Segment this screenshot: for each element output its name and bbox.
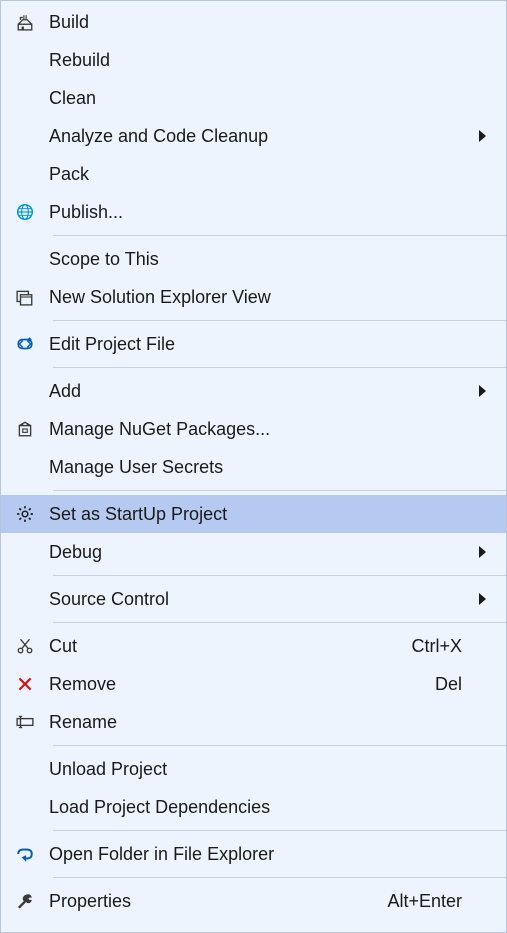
menu-item-label: Add [49, 381, 462, 402]
build-icon [15, 12, 35, 32]
menu-item-build[interactable]: Build [1, 3, 506, 41]
menu-item-publish[interactable]: Publish... [1, 193, 506, 231]
menu-item-label: Set as StartUp Project [49, 504, 462, 525]
publish-icon [15, 202, 35, 222]
menu-item-secrets[interactable]: Manage User Secrets [1, 448, 506, 486]
menu-item-label: Unload Project [49, 759, 462, 780]
menu-item-openfolder[interactable]: Open Folder in File Explorer [1, 835, 506, 873]
menu-separator [53, 622, 506, 623]
menu-item-analyze[interactable]: Analyze and Code Cleanup [1, 117, 506, 155]
menu-item-label: Scope to This [49, 249, 462, 270]
menu-item-label: Load Project Dependencies [49, 797, 462, 818]
menu-item-unload[interactable]: Unload Project [1, 750, 506, 788]
menu-item-label: Edit Project File [49, 334, 462, 355]
menu-item-shortcut: Del [435, 674, 470, 695]
nuget-icon [15, 419, 35, 439]
menu-item-label: Publish... [49, 202, 462, 223]
menu-item-label: New Solution Explorer View [49, 287, 462, 308]
menu-item-remove[interactable]: RemoveDel [1, 665, 506, 703]
menu-item-rename[interactable]: Rename [1, 703, 506, 741]
menu-item-properties[interactable]: PropertiesAlt+Enter [1, 882, 506, 920]
context-menu: Build Rebuild Clean Analyze and Code Cleanu… [0, 0, 507, 933]
menu-item-nuget[interactable]: Manage NuGet Packages... [1, 410, 506, 448]
menu-item-label: Analyze and Code Cleanup [49, 126, 462, 147]
menu-item-label: Open Folder in File Explorer [49, 844, 462, 865]
gear-icon [15, 504, 35, 524]
menu-separator [53, 745, 506, 746]
menu-item-startup[interactable]: Set as StartUp Project [1, 495, 506, 533]
submenu-arrow-icon [479, 130, 486, 142]
menu-item-editproj[interactable]: Edit Project File [1, 325, 506, 363]
menu-item-shortcut: Alt+Enter [387, 891, 470, 912]
menu-item-label: Debug [49, 542, 462, 563]
menu-item-sourcecontrol[interactable]: Source Control [1, 580, 506, 618]
menu-item-label: Source Control [49, 589, 462, 610]
menu-item-label: Properties [49, 891, 387, 912]
menu-item-shortcut: Ctrl+X [411, 636, 470, 657]
rename-icon [15, 712, 35, 732]
menu-item-label: Pack [49, 164, 462, 185]
submenu-arrow-icon [479, 546, 486, 558]
menu-separator [53, 367, 506, 368]
menu-item-newview[interactable]: New Solution Explorer View [1, 278, 506, 316]
menu-item-label: Rebuild [49, 50, 462, 71]
menu-item-clean[interactable]: Clean [1, 79, 506, 117]
remove-icon [15, 674, 35, 694]
menu-item-label: Manage User Secrets [49, 457, 462, 478]
menu-item-scope[interactable]: Scope to This [1, 240, 506, 278]
edit-proj-icon [15, 334, 35, 354]
menu-item-label: Clean [49, 88, 462, 109]
menu-item-label: Remove [49, 674, 435, 695]
menu-separator [53, 877, 506, 878]
new-view-icon [15, 287, 35, 307]
menu-item-loaddeps[interactable]: Load Project Dependencies [1, 788, 506, 826]
menu-item-pack[interactable]: Pack [1, 155, 506, 193]
menu-item-rebuild[interactable]: Rebuild [1, 41, 506, 79]
menu-item-debug[interactable]: Debug [1, 533, 506, 571]
menu-separator [53, 235, 506, 236]
menu-separator [53, 490, 506, 491]
menu-item-label: Manage NuGet Packages... [49, 419, 462, 440]
menu-item-cut[interactable]: CutCtrl+X [1, 627, 506, 665]
menu-separator [53, 320, 506, 321]
submenu-arrow-icon [479, 593, 486, 605]
wrench-icon [15, 891, 35, 911]
menu-separator [53, 575, 506, 576]
menu-separator [53, 830, 506, 831]
open-folder-icon [15, 844, 35, 864]
menu-item-label: Cut [49, 636, 411, 657]
menu-item-label: Rename [49, 712, 462, 733]
menu-item-add[interactable]: Add [1, 372, 506, 410]
submenu-arrow-icon [479, 385, 486, 397]
cut-icon [15, 636, 35, 656]
menu-item-label: Build [49, 12, 462, 33]
